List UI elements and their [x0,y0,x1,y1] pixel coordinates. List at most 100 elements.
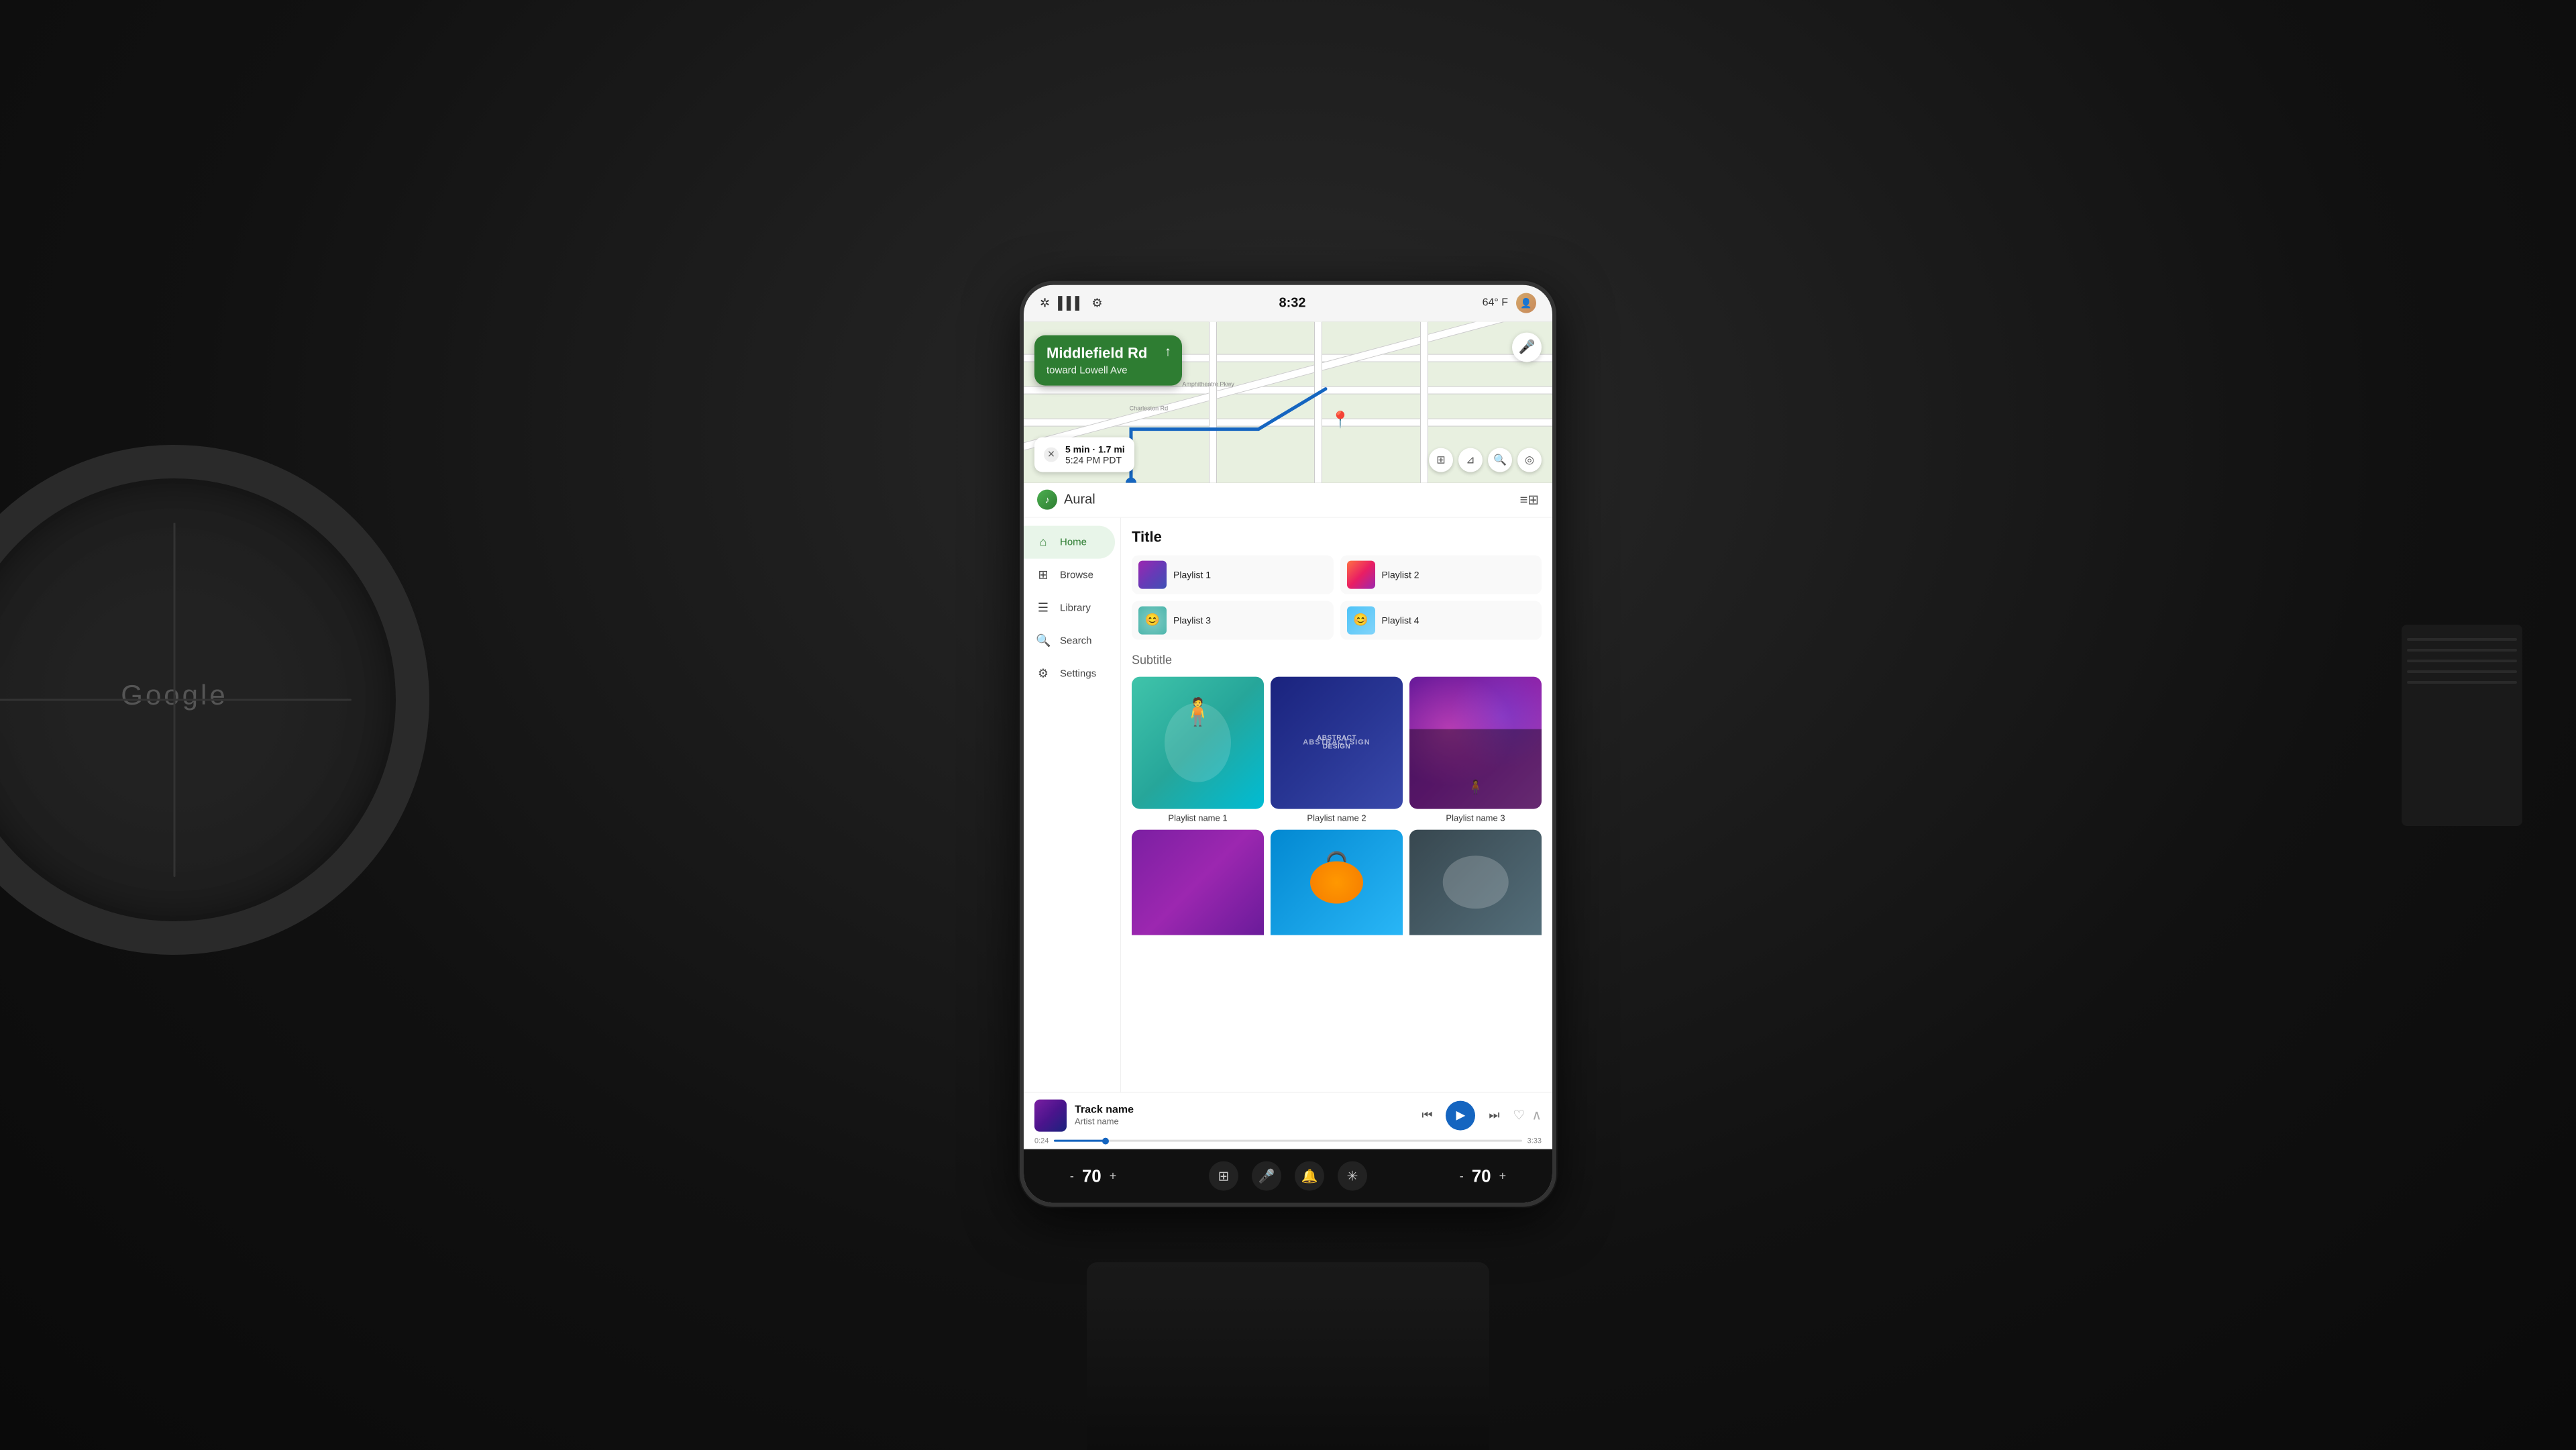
track-name: Track name [1075,1104,1407,1117]
right-vent [2402,625,2522,826]
progress-area: 0:24 3:33 [1034,1137,1542,1145]
sidebar-label-home: Home [1060,536,1087,548]
partial-card-1[interactable] [1132,829,1264,935]
map-search-button[interactable]: 🔍 [1488,448,1512,472]
map-filter-button[interactable]: ⊿ [1458,448,1483,472]
sidebar-item-settings[interactable]: ⚙ Settings [1024,657,1120,690]
mic-button[interactable]: 🎤 [1252,1161,1281,1191]
vol-left-minus[interactable]: - [1070,1169,1074,1183]
player-controls: ⏮ ▶ ⏭ ♡ ∧ [1415,1100,1542,1130]
playlist-name-4: Playlist 4 [1382,615,1419,625]
playlist-item-2[interactable]: Playlist 2 [1340,555,1542,594]
eta-time: 5 min · 1.7 mi [1065,444,1125,454]
sidebar-label-search: Search [1060,635,1092,646]
playlist-grid: Playlist 1 Playlist 2 😊 [1132,555,1542,639]
map-location-button[interactable]: ◎ [1517,448,1542,472]
eta-close-button[interactable]: ✕ [1044,447,1059,462]
nav-street: Middlefield Rd [1046,344,1170,362]
time-current: 0:24 [1034,1137,1049,1145]
nav-card: ↑ Middlefield Rd toward Lowell Ave [1034,335,1182,385]
vent-slot [2407,670,2517,673]
steering-spoke-v [174,523,176,877]
volume-right-control: - 70 + [1460,1166,1506,1186]
skip-forward-button[interactable]: ⏭ [1482,1103,1506,1127]
partial-card-3[interactable] [1409,829,1542,935]
map-section: Amphitheatre Pkwy Charleston Rd ↑ Middle… [1024,321,1552,482]
partial-art-3 [1409,829,1542,935]
browse-icon: ⊞ [1036,568,1051,582]
playlist-name-1: Playlist 1 [1173,569,1211,580]
partial-card-2[interactable]: 🎧 [1271,829,1403,935]
eta-clock: 5:24 PM PDT [1065,454,1125,465]
status-bar: ✲ ▌▌▌ ⚙ 8:32 64° F 👤 [1024,284,1552,321]
playlist-name-3: Playlist 3 [1173,615,1211,625]
album-card-1[interactable]: 🧍 Playlist name 1 [1132,676,1264,823]
partial-art-2: 🎧 [1271,829,1403,935]
grid-button[interactable]: ⊞ [1209,1161,1238,1191]
concert-lights [1409,676,1542,809]
main-content: Title Playlist 1 [1121,517,1552,1092]
headphone-icon: 🎧 [1325,851,1348,873]
playlist-name-2: Playlist 2 [1382,569,1419,580]
progress-bar[interactable] [1054,1140,1521,1142]
album-art-person-1: 🧍 [1181,696,1215,728]
sidebar-item-browse[interactable]: ⊞ Browse [1024,558,1120,591]
nav-toward: toward Lowell Ave [1046,364,1170,376]
settings-nav-icon: ⚙ [1036,666,1051,680]
app-name: Aural [1064,492,1095,507]
section-title: Title [1132,528,1542,546]
map-layers-button[interactable]: ⊞ [1429,448,1453,472]
sidebar: ⌂ Home ⊞ Browse ☰ Library 🔍 Search ⚙ [1024,517,1121,1092]
status-time: 8:32 [1279,295,1306,311]
favorite-button[interactable]: ♡ [1513,1107,1525,1124]
nav-arrow-icon: ↑ [1165,344,1171,360]
sidebar-item-home[interactable]: ⌂ Home [1024,525,1115,558]
playlist-thumb-4: 😊 [1347,606,1375,634]
album-name-3: Playlist name 3 [1409,813,1542,823]
sidebar-label-settings: Settings [1060,668,1096,679]
section-subtitle: Subtitle [1132,653,1542,667]
library-icon: ☰ [1036,601,1051,615]
time-total: 3:33 [1527,1137,1542,1145]
sidebar-label-browse: Browse [1060,569,1093,580]
now-playing-bar: Track name Artist name ⏮ ▶ ⏭ ♡ ∧ 0:24 3:… [1024,1092,1552,1149]
playlist-item-1[interactable]: Playlist 1 [1132,555,1334,594]
device: ✲ ▌▌▌ ⚙ 8:32 64° F 👤 Amphitheatre Pkwy C… [1020,280,1556,1206]
eta-info: 5 min · 1.7 mi 5:24 PM PDT [1065,444,1125,465]
now-playing-top: Track name Artist name ⏮ ▶ ⏭ ♡ ∧ [1034,1099,1542,1131]
queue-icon[interactable]: ≡⊞ [1520,491,1539,508]
play-pause-button[interactable]: ▶ [1446,1100,1475,1130]
skip-back-button[interactable]: ⏮ [1415,1103,1439,1127]
partial-grid: 🎧 [1132,829,1542,935]
user-avatar[interactable]: 👤 [1516,293,1536,313]
playlist-thumb-1 [1138,560,1167,588]
home-icon: ⌂ [1036,535,1051,549]
bell-button[interactable]: 🔔 [1295,1161,1324,1191]
map-controls: ⊞ ⊿ 🔍 ◎ [1429,448,1542,472]
sidebar-item-search[interactable]: 🔍 Search [1024,624,1120,657]
sidebar-item-library[interactable]: ☰ Library [1024,591,1120,624]
vol-left-value: 70 [1082,1166,1102,1186]
radio-button[interactable]: ✳ [1338,1161,1367,1191]
settings-icon: ⚙ [1091,296,1102,310]
status-right: 64° F 👤 [1483,293,1536,313]
vol-right-minus[interactable]: - [1460,1169,1464,1183]
abstract-text: ABSTRACTDESIGN [1317,734,1356,752]
vol-right-plus[interactable]: + [1499,1169,1507,1183]
expand-button[interactable]: ∧ [1532,1107,1542,1124]
vol-right-value: 70 [1472,1166,1491,1186]
vol-left-plus[interactable]: + [1110,1169,1117,1183]
vent-slot [2407,638,2517,641]
playlist-item-4[interactable]: 😊 Playlist 4 [1340,601,1542,639]
map-mic-button[interactable]: 🎤 [1512,332,1542,362]
album-art-2: ABSTRACTDESIGN [1271,676,1403,809]
album-art-1: 🧍 [1132,676,1264,809]
album-grid: 🧍 Playlist name 1 ABSTRACTDESIGN Playlis… [1132,676,1542,823]
progress-dot [1102,1137,1109,1144]
album-card-3[interactable]: 🧍 Playlist name 3 [1409,676,1542,823]
subtitle-section: 🧍 Playlist name 1 ABSTRACTDESIGN Playlis… [1132,676,1542,935]
vent-slot [2407,649,2517,652]
album-card-2[interactable]: ABSTRACTDESIGN Playlist name 2 [1271,676,1403,823]
playlist-item-3[interactable]: 😊 Playlist 3 [1132,601,1334,639]
signal-icon: ▌▌▌ [1058,296,1083,310]
